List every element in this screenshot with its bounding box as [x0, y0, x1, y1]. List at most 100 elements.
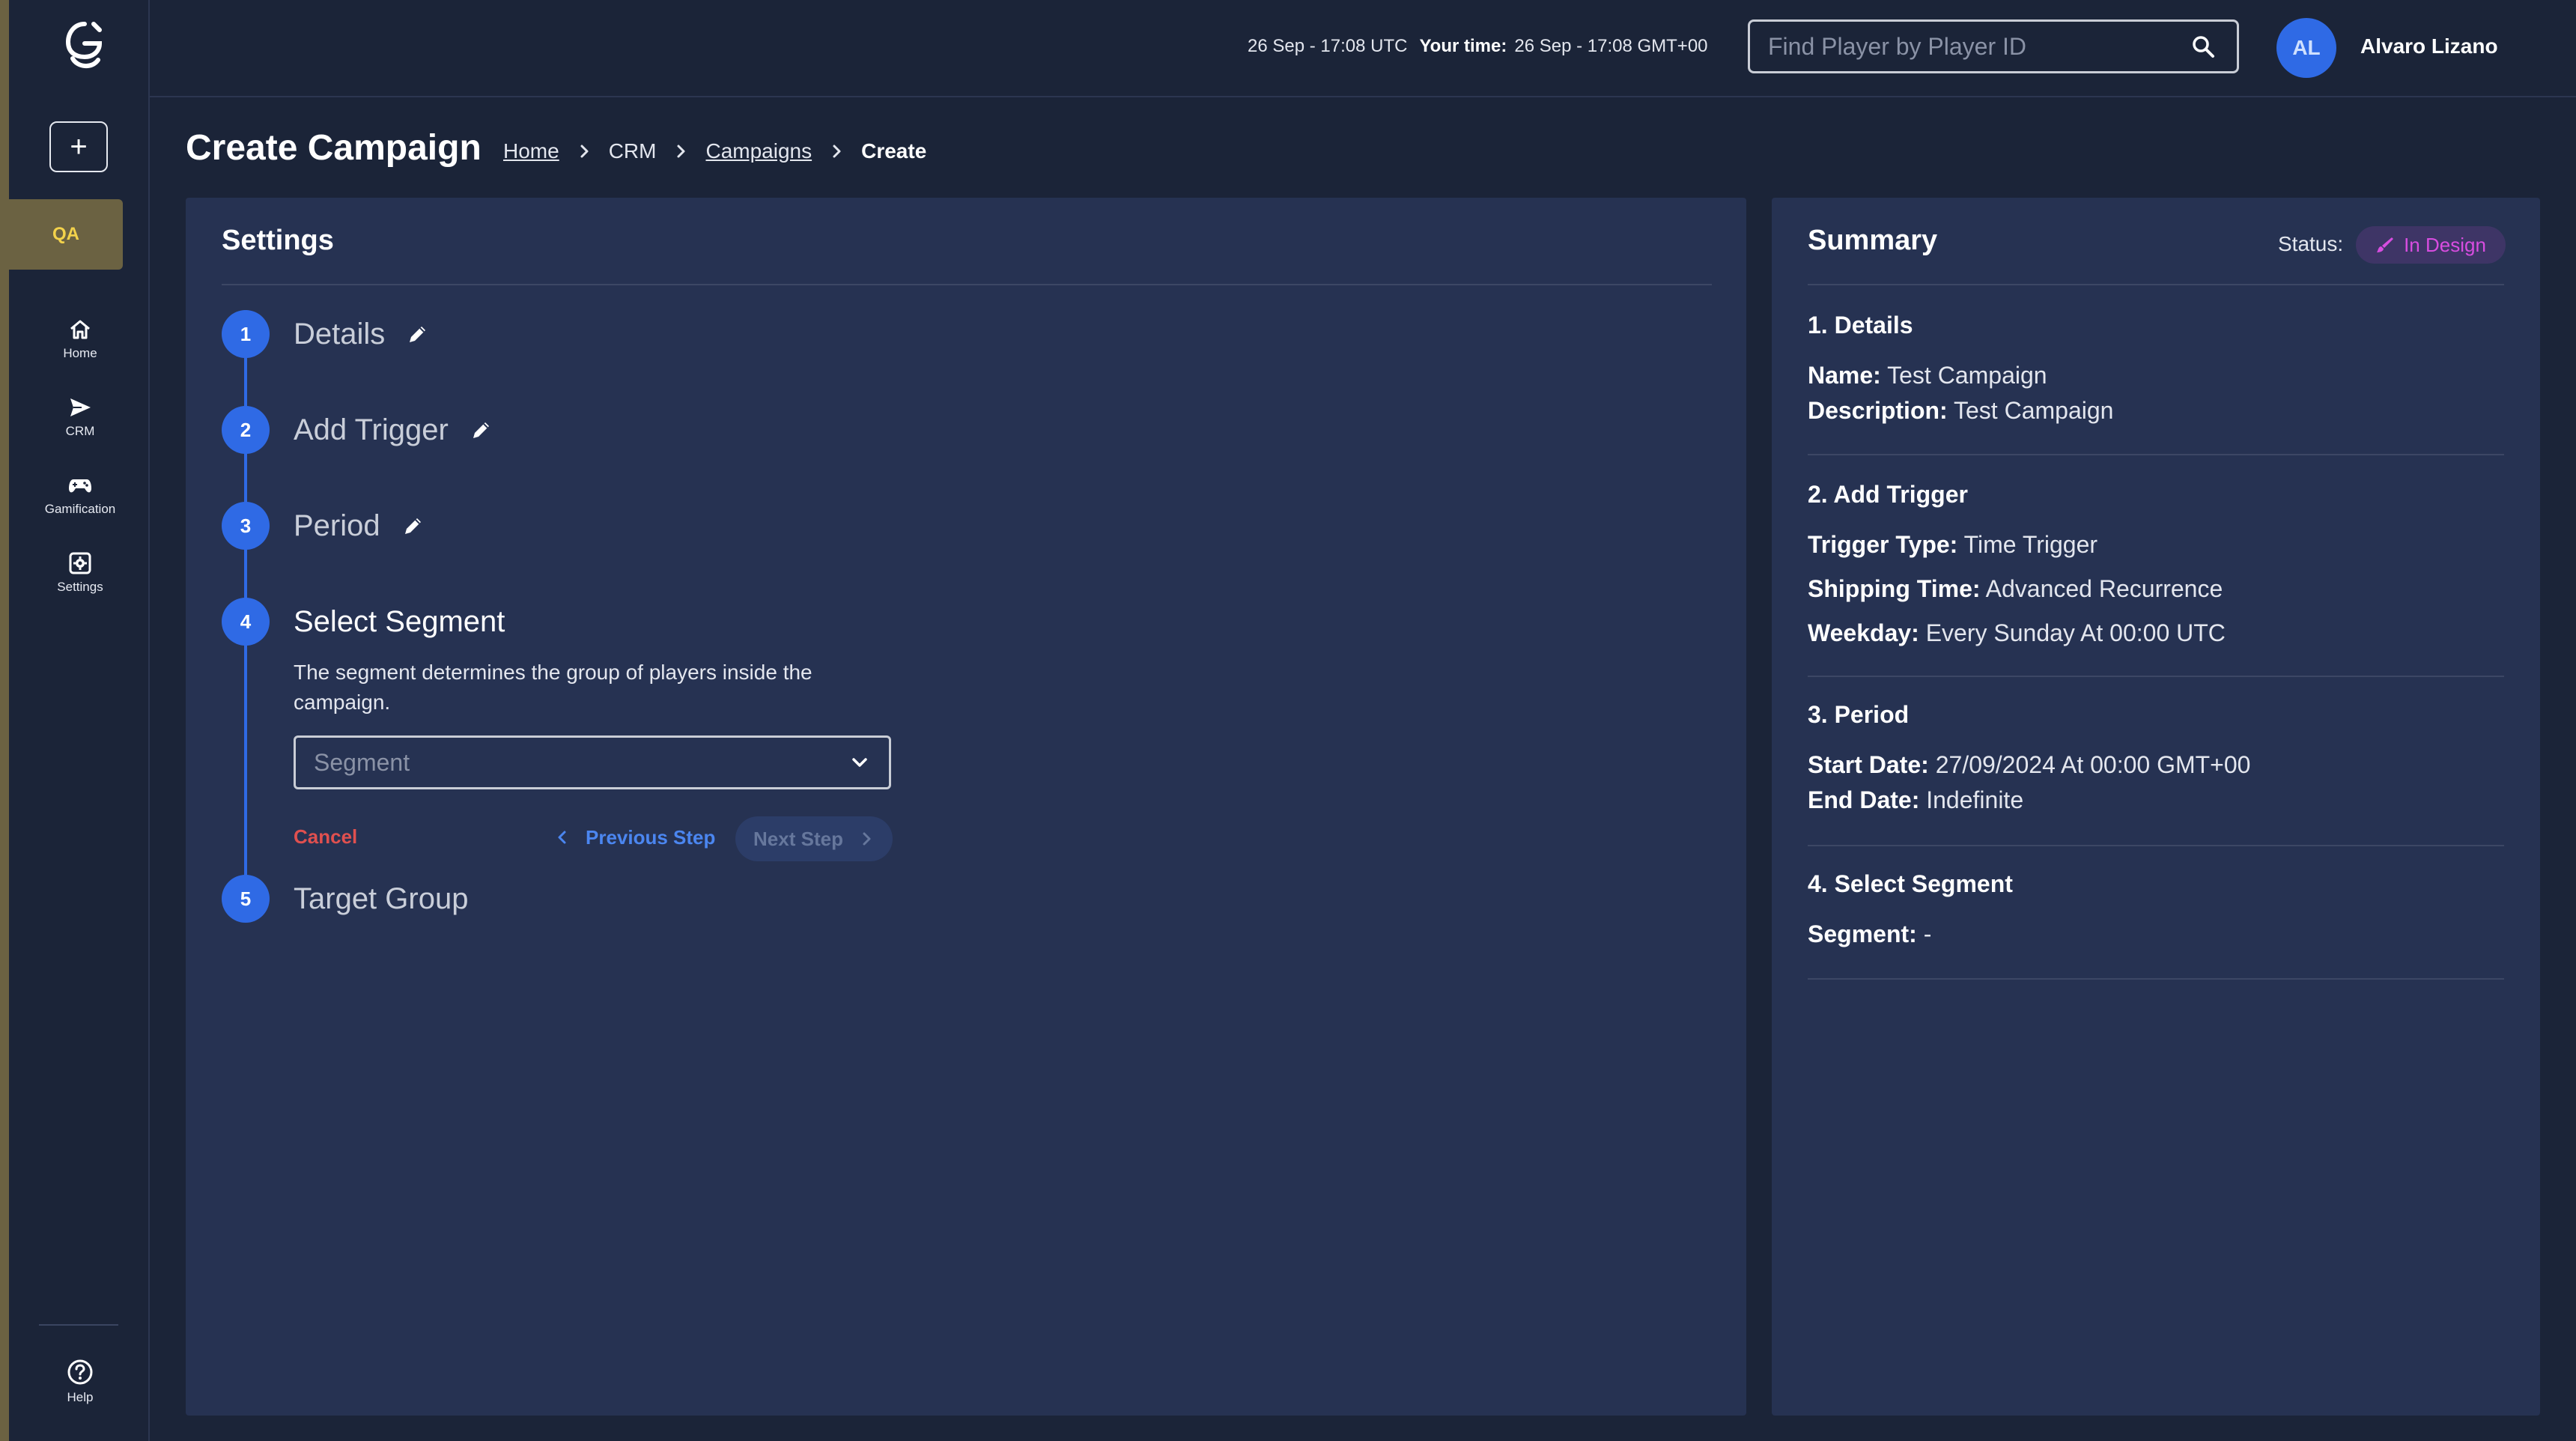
player-search-input[interactable]	[1750, 23, 2190, 70]
section-heading: 3. Period	[1808, 701, 1910, 728]
chevron-right-icon	[833, 145, 841, 158]
edit-pencil-icon[interactable]	[401, 514, 425, 538]
summary-divider	[1808, 284, 2504, 285]
step-name: Period	[294, 509, 380, 542]
your-time-label: Your time:	[1419, 36, 1507, 56]
step-name: Add Trigger	[294, 413, 449, 446]
summary-section-trigger: 2. Add Trigger Trigger Type: Time Trigge…	[1808, 481, 2504, 647]
sidebar-item-label: Settings	[57, 580, 103, 594]
summary-line: Segment: -	[1808, 920, 2504, 948]
step-name: Select Segment	[294, 604, 505, 638]
line-value: Test Campaign	[1954, 397, 2114, 424]
step-period[interactable]: 3 Period	[222, 502, 425, 550]
summary-title: Summary	[1808, 225, 1938, 256]
chevron-left-icon	[558, 831, 566, 844]
line-label: Name:	[1808, 362, 1881, 389]
sidebar-item-label: Home	[63, 346, 97, 360]
line-label: Weekday:	[1808, 619, 1919, 646]
summary-line: Weekday: Every Sunday At 00:00 UTC	[1808, 619, 2504, 647]
previous-step-button[interactable]: Previous Step	[554, 816, 715, 858]
home-icon	[70, 320, 90, 339]
step-number: 4	[222, 598, 270, 646]
step-name: Target Group	[294, 882, 469, 915]
server-time: 26 Sep - 17:08 UTC	[1248, 36, 1408, 56]
breadcrumb-crm: CRM	[608, 139, 657, 163]
player-search	[1748, 19, 2239, 73]
time-display: 26 Sep - 17:08 UTC Your time: 26 Sep - 17:…	[1248, 36, 1708, 57]
app-logo-icon[interactable]	[64, 19, 106, 76]
summary-panel: Summary Status: In Design 1. Details Nam…	[1772, 198, 2540, 1416]
breadcrumb-campaigns[interactable]: Campaigns	[705, 139, 812, 163]
step-number: 5	[222, 875, 270, 923]
line-value: 27/09/2024 At 00:00 GMT+00	[1935, 751, 2251, 778]
previous-step-label: Previous Step	[586, 825, 716, 849]
sidebar-item-home[interactable]: Home	[39, 318, 121, 377]
line-value: Every Sunday At 00:00 UTC	[1925, 619, 2226, 646]
step-add-trigger[interactable]: 2 Add Trigger	[222, 406, 493, 454]
summary-divider	[1808, 978, 2504, 980]
step-select-segment: 4 Select Segment	[222, 598, 505, 646]
breadcrumb-create: Create	[861, 139, 927, 163]
edit-pencil-icon[interactable]	[470, 418, 493, 442]
settings-title: Settings	[222, 225, 334, 256]
settings-icon	[69, 552, 91, 574]
step-name: Details	[294, 317, 386, 351]
segment-select[interactable]: Segment	[294, 735, 891, 789]
next-step-button[interactable]: Next Step	[735, 816, 893, 861]
settings-divider	[222, 284, 1712, 285]
topbar: 26 Sep - 17:08 UTC Your time: 26 Sep - 17:…	[150, 0, 2576, 97]
status-label: Status:	[2278, 232, 2344, 255]
sidebar-item-crm[interactable]: CRM	[39, 395, 121, 455]
breadcrumb: Home CRM Campaigns Create	[503, 139, 926, 163]
summary-line: Trigger Type: Time Trigger	[1808, 531, 2504, 559]
summary-line: Description: Test Campaign	[1808, 397, 2504, 425]
summary-section-details: 1. Details Name: Test Campaign Descripti…	[1808, 312, 2504, 425]
sidebar-item-settings[interactable]: Settings	[39, 551, 121, 611]
section-heading: 4. Select Segment	[1808, 870, 2013, 897]
settings-panel: Settings 1 Details 2 Add Trigger 3 Perio…	[186, 198, 1746, 1416]
line-label: Description:	[1808, 397, 1948, 424]
line-label: Shipping Time:	[1808, 575, 1981, 602]
sidebar-item-gamification[interactable]: Gamification	[39, 473, 121, 533]
step-target-group: 5 Target Group	[222, 875, 468, 923]
line-label: Segment:	[1808, 920, 1917, 947]
line-label: Trigger Type:	[1808, 531, 1958, 558]
sidebar-item-label: CRM	[65, 424, 95, 438]
gamepad-icon	[69, 479, 91, 493]
edit-pencil-icon[interactable]	[406, 322, 430, 346]
brush-icon	[2377, 237, 2394, 252]
step-details[interactable]: 1 Details	[222, 310, 430, 358]
step-number: 2	[222, 406, 270, 454]
summary-line: Name: Test Campaign	[1808, 362, 2504, 389]
environment-badge[interactable]: QA	[9, 199, 123, 270]
next-step-label: Next Step	[753, 827, 843, 850]
add-button[interactable]: +	[49, 121, 108, 172]
summary-line: End Date: Indefinite	[1808, 786, 2504, 814]
line-value: Advanced Recurrence	[1985, 575, 2223, 602]
line-value: Time Trigger	[1963, 531, 2098, 558]
user-name[interactable]: Alvaro Lizano	[2360, 34, 2498, 58]
summary-divider	[1808, 454, 2504, 455]
step-number: 3	[222, 502, 270, 550]
avatar[interactable]: AL	[2276, 18, 2336, 78]
line-value: Indefinite	[1926, 786, 2024, 813]
status-badge: In Design	[2356, 226, 2506, 264]
send-icon	[70, 398, 91, 416]
help-button[interactable]: Help	[39, 1359, 121, 1405]
section-heading: 1. Details	[1808, 312, 1913, 339]
chevron-right-icon	[677, 145, 685, 158]
chevron-down-icon	[852, 758, 867, 767]
page-title: Create Campaign	[186, 128, 482, 168]
summary-section-period: 3. Period Start Date: 27/09/2024 At 00:0…	[1808, 701, 2504, 814]
search-icon[interactable]	[2190, 34, 2216, 59]
segment-select-value: Segment	[314, 748, 410, 776]
line-label: End Date:	[1808, 786, 1920, 813]
environment-strip	[0, 0, 9, 1441]
status-value: In Design	[2404, 233, 2486, 256]
summary-section-segment: 4. Select Segment Segment: -	[1808, 870, 2504, 948]
breadcrumb-home[interactable]: Home	[503, 139, 559, 163]
line-value: -	[1923, 920, 1932, 947]
sidebar-divider	[39, 1324, 118, 1326]
cancel-button[interactable]: Cancel	[294, 825, 357, 849]
chevron-right-icon	[580, 145, 589, 158]
